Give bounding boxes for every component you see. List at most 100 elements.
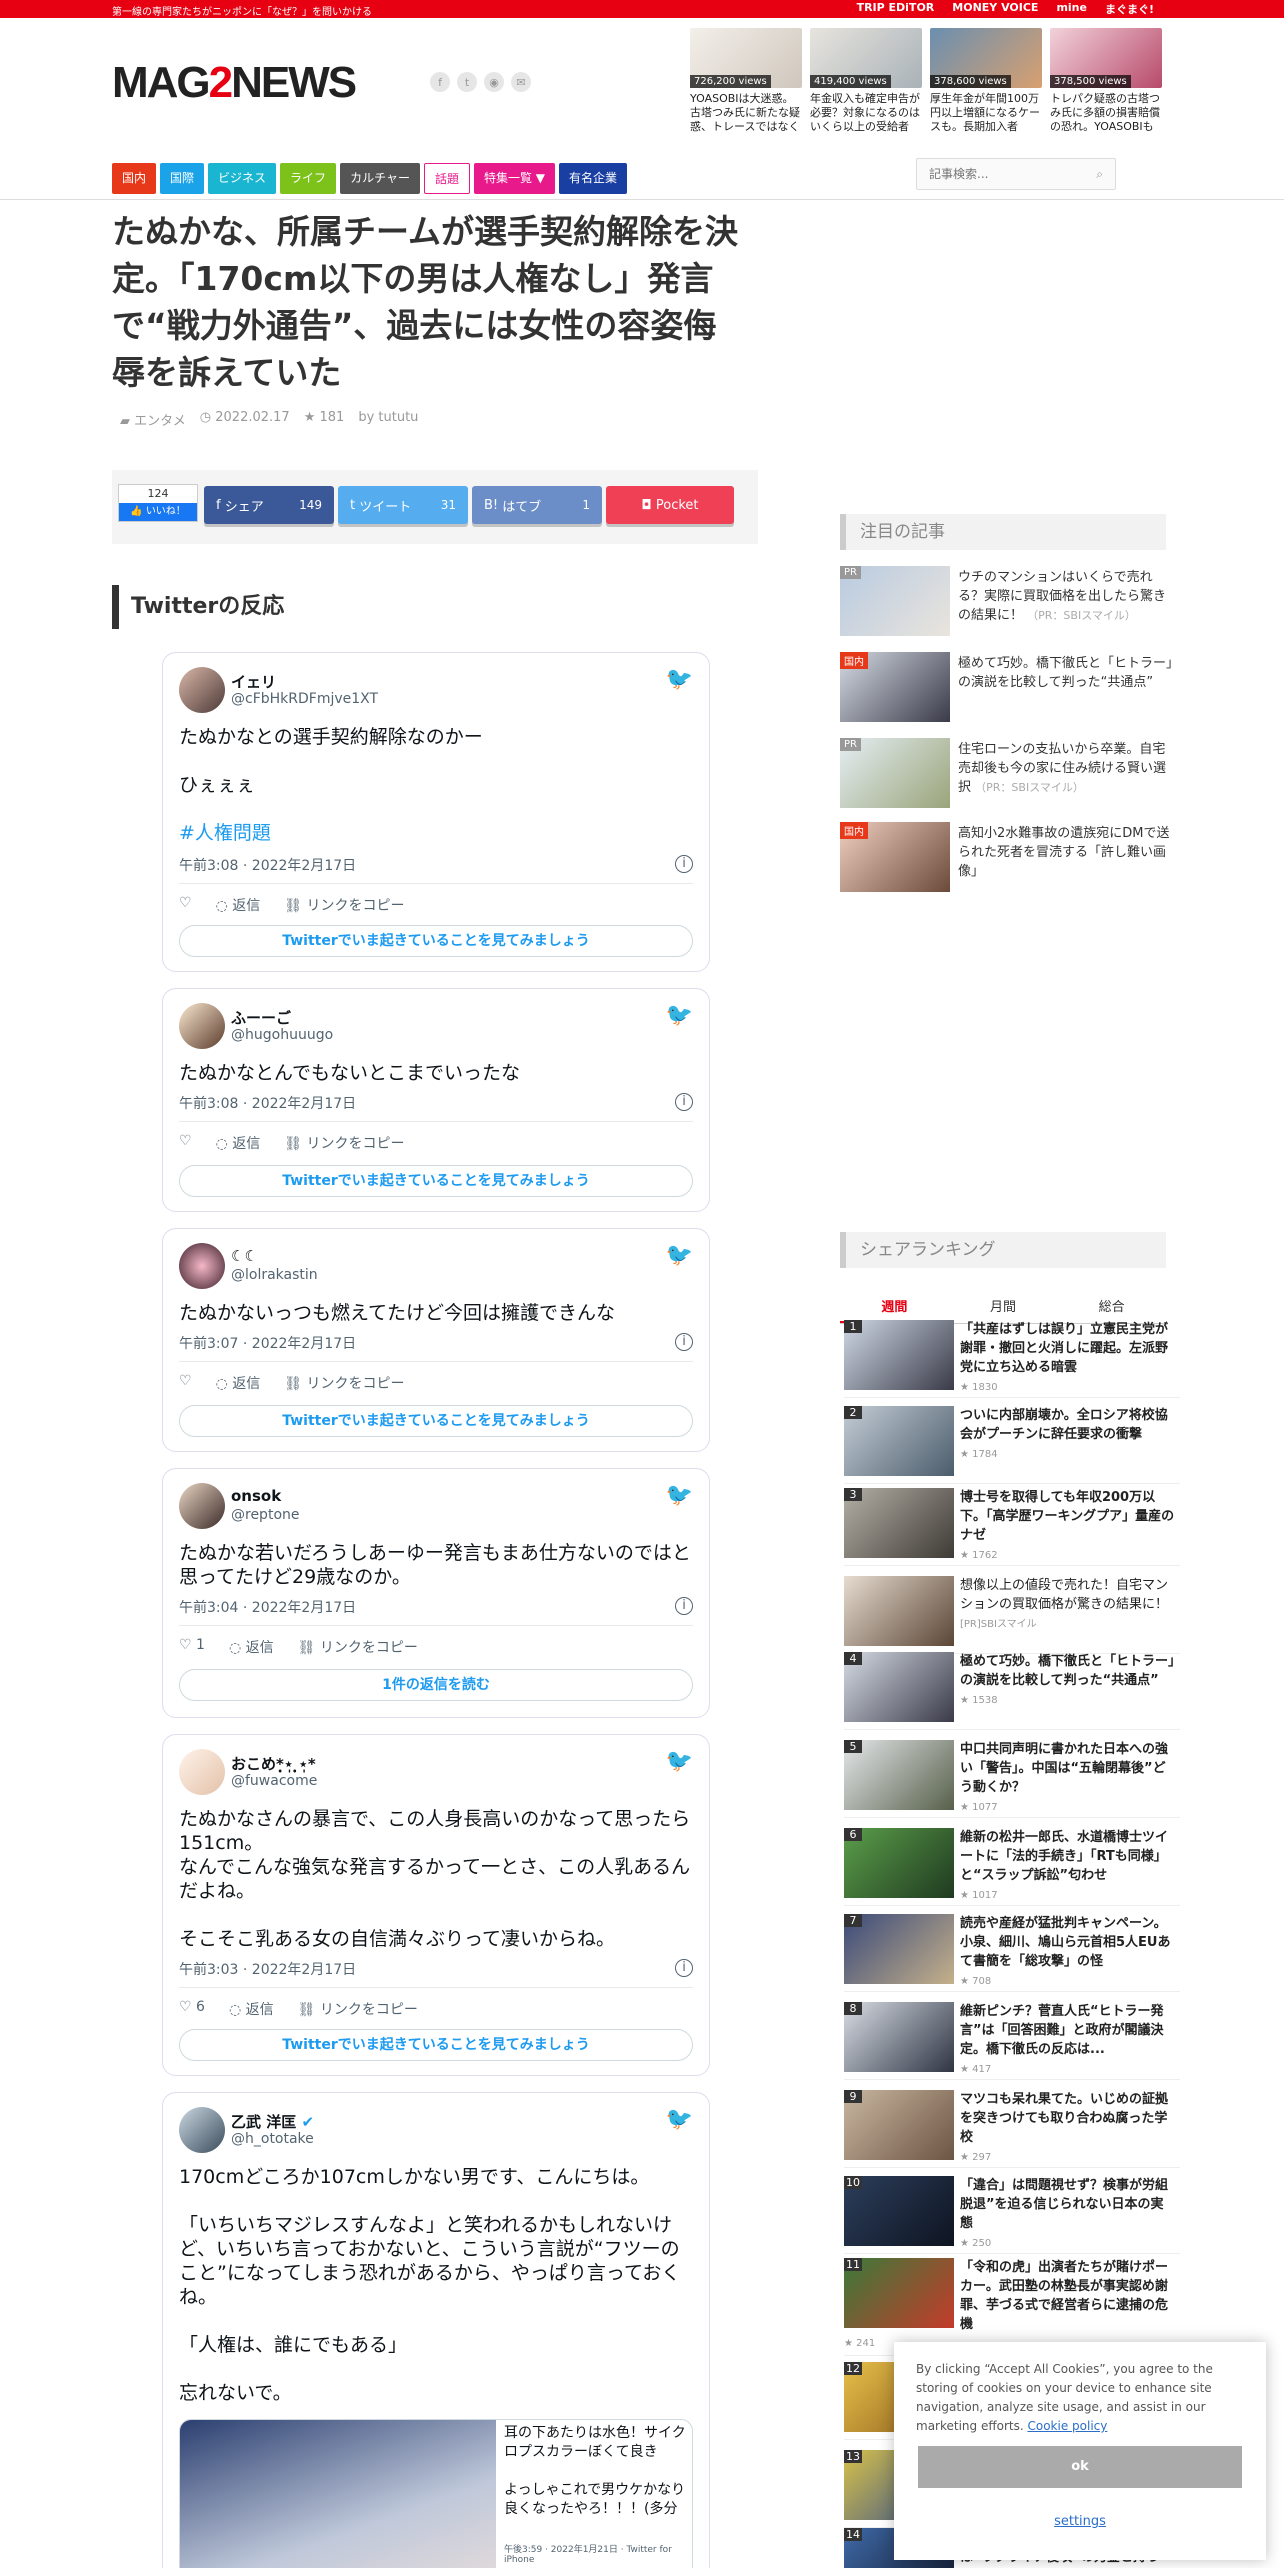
avatar[interactable] (179, 1243, 225, 1289)
ranking-item[interactable]: 10 「違合」は問題視せず？検事が労組脱退”を迫る信じられない日本の実態 ★ 250 (844, 2174, 1180, 2254)
avatar[interactable] (179, 1483, 225, 1529)
featured-article[interactable]: 国内 高知小2水難事故の遺族宛にDMで送られた死者を冒涜する「許し難い画像」 (840, 822, 1180, 896)
ranking-item[interactable]: 2 ついに内部崩壊か。全ロシア将校協会がプーチンに辞任要求の衝撃 ★ 1784 (844, 1404, 1180, 1484)
twitter-bird-icon[interactable]: 🐦 (666, 1483, 693, 1508)
tweet-handle[interactable]: @hugohuuugo (231, 1027, 333, 1043)
featured-article[interactable]: 国内 極めて巧妙。橋下徹氏と「ヒトラー」の演説を比較して判った“共通点” (840, 652, 1180, 726)
tweet-card[interactable]: ふーーご @hugohuuugo 🐦 たぬかなとんでもないとこまでいったな 午前… (162, 988, 710, 1212)
tweet-timestamp[interactable]: 午前3:04 · 2022年2月17日 (179, 1597, 356, 1617)
tweet-author-name[interactable]: ☾☾ (231, 1247, 258, 1265)
hot-article[interactable]: 378,600 views 厚生年金が年間100万円以上増額になるケースも。長期… (930, 28, 1042, 134)
nav-domestic[interactable]: 国内 (112, 163, 157, 194)
tweet-handle[interactable]: @cFbHkRDFmjve1XT (231, 691, 378, 707)
site-logo[interactable]: MAG2NEWS (112, 58, 357, 108)
reply-button[interactable]: ◌ 返信 (229, 1999, 274, 2019)
quoted-tweet-card[interactable]: 耳の下あたりは水色！サイクロプスカラーぼくて良き よっしゃこれで男ウケかなり良く… (179, 2419, 693, 2568)
avatar[interactable] (179, 667, 225, 713)
nav-features[interactable]: 特集一覧 ▼ (473, 163, 556, 194)
facebook-like-button[interactable]: 124 👍 いいね！ (118, 484, 198, 522)
nav-international[interactable]: 国際 (160, 163, 205, 194)
tweet-card[interactable]: ☾☾ @lolrakastin 🐦 たぬかないっつも燃えてたけど今回は擁護できん… (162, 1228, 710, 1452)
pocket-button[interactable]: ◘ Pocket (606, 486, 734, 524)
ranking-item[interactable]: 1 「共産はずしは誤り」立憲民主党が謝罪・撤回と火消しに躍起。左派野党に立ち込める… (844, 1318, 1180, 1398)
reply-button[interactable]: ◌ 返信 (229, 1637, 274, 1657)
nav-culture[interactable]: カルチャー (340, 163, 420, 194)
featured-article[interactable]: PR 住宅ローンの支払いから卒業。自宅売却後も今の家に住み続ける賢い選択 （PR… (840, 738, 1180, 812)
avatar[interactable] (179, 1749, 225, 1795)
read-more-button[interactable]: Twitterでいま起きていることを見てみましょう (179, 1165, 693, 1197)
twitter-bird-icon[interactable]: 🐦 (666, 2107, 693, 2132)
copy-link-button[interactable]: ⛓ リンクをコピー (284, 1133, 404, 1153)
category-label[interactable]: ▰ エンタメ (120, 410, 186, 429)
tweet-handle[interactable]: @lolrakastin (231, 1267, 318, 1283)
tweet-author-name[interactable]: イェリ (231, 671, 276, 692)
reply-button[interactable]: ◌ 返信 (216, 1373, 261, 1393)
link-mine[interactable]: mine (1056, 1, 1087, 17)
tweet-card[interactable]: 乙武 洋匡 ✔ @h_ototake 🐦 170cmどころか107cmしかない男… (162, 2092, 710, 2568)
tweet-timestamp[interactable]: 午前3:07 · 2022年2月17日 (179, 1333, 356, 1353)
avatar[interactable] (179, 2107, 225, 2153)
featured-article[interactable]: PR ウチのマンションはいくらで売れる？実際に買取価格を出したら驚きの結果に！ … (840, 566, 1180, 640)
info-icon[interactable]: i (675, 855, 693, 873)
search-input[interactable] (917, 159, 1077, 189)
read-more-button[interactable]: Twitterでいま起きていることを見てみましょう (179, 1405, 693, 1437)
hot-article[interactable]: 378,500 views トレパク疑惑の古塔つみ氏に多額の損害賠償の恐れ。YO… (1050, 28, 1162, 134)
ranking-item[interactable]: 5 中口共同声明に書かれた日本への強い「警告」。中国は“五輪閉幕後”どう動くか？ ★… (844, 1738, 1180, 1818)
twitter-bird-icon[interactable]: 🐦 (666, 1003, 693, 1028)
info-icon[interactable]: i (675, 1093, 693, 1111)
tweet-handle[interactable]: @reptone (231, 1507, 300, 1523)
ranking-item[interactable]: 4 極めて巧妙。橋下徹氏と「ヒトラー」の演説を比較して判った“共通点” ★ 1538 (844, 1650, 1180, 1730)
tweet-timestamp[interactable]: 午前3:08 · 2022年2月17日 (179, 1093, 356, 1113)
tweet-author-name[interactable]: 乙武 洋匡 ✔ (231, 2111, 314, 2132)
tweet-button[interactable]: t ツイート 31 (338, 486, 468, 524)
cookie-settings-link[interactable]: settings (894, 2514, 1266, 2529)
hot-article[interactable]: 419,400 views 年金収入も確定申告が必要？対象になるのはいくら以上の… (810, 28, 922, 134)
reply-button[interactable]: ◌ 返信 (216, 1133, 261, 1153)
copy-link-button[interactable]: ⛓ リンクをコピー (298, 1999, 418, 2019)
ranking-item[interactable]: 3 博士号を取得しても年収200万以下。「高学歴ワーキングプア」量産のナゼ ★ 17… (844, 1486, 1180, 1566)
link-trip-editor[interactable]: TRIP EDiTOR (857, 1, 935, 17)
cookie-ok-button[interactable]: ok (918, 2446, 1242, 2488)
ranking-item[interactable]: 9 マツコも呆れ果てた。いじめの証拠を突きつけても取り合わぬ腐った学校 ★ 297 (844, 2088, 1180, 2168)
facebook-icon[interactable]: f (430, 72, 450, 92)
twitter-icon[interactable]: t (457, 72, 477, 92)
mail-icon[interactable]: ✉ (511, 72, 531, 92)
hashtag-link[interactable]: #人権問題 (179, 821, 693, 845)
tweet-card[interactable]: onsok @reptone 🐦 たぬかな若いだろうしあーゆー発言もまあ仕方ない… (162, 1468, 710, 1718)
search-icon[interactable]: ⌕ (1096, 167, 1103, 182)
tweet-author-name[interactable]: ふーーご (231, 1007, 291, 1028)
nav-topics[interactable]: 話題 (423, 163, 470, 194)
like-button[interactable]: ♡ 6 (179, 1999, 205, 2019)
copy-link-button[interactable]: ⛓ リンクをコピー (284, 1373, 404, 1393)
tweet-timestamp[interactable]: 午前3:03 · 2022年2月17日 (179, 1959, 356, 1979)
ranking-item[interactable]: 8 維新ピンチ？菅直人氏“ヒトラー発言”は「回答困難」と政府が閣議決定。橋下徹氏の… (844, 2000, 1180, 2080)
nav-life[interactable]: ライフ (280, 163, 337, 194)
reply-button[interactable]: ◌ 返信 (216, 895, 261, 915)
link-mag2[interactable]: まぐまぐ! (1105, 1, 1154, 17)
hot-article[interactable]: 726,200 views YOASOBIは大迷惑。古塔つみ氏に新たな疑惑、トレ… (690, 28, 802, 134)
hatena-button[interactable]: B! はてブ 1 (472, 486, 602, 524)
tweet-author-name[interactable]: onsok (231, 1487, 281, 1505)
like-heart-icon[interactable]: ♡ (179, 895, 192, 915)
info-icon[interactable]: i (675, 1333, 693, 1351)
copy-link-button[interactable]: ⛓ リンクをコピー (298, 1637, 418, 1657)
info-icon[interactable]: i (675, 1597, 693, 1615)
link-money-voice[interactable]: MONEY VOICE (952, 1, 1038, 17)
nav-companies[interactable]: 有名企業 (559, 163, 628, 194)
like-heart-icon[interactable]: ♡ (179, 1133, 192, 1153)
tweet-handle[interactable]: @h_ototake (231, 2131, 314, 2147)
nav-business[interactable]: ビジネス (208, 163, 277, 194)
ranking-item[interactable]: 6 維新の松井一郎氏、水道橋博士ツイートに「法的手続き」「RTも同様」と“スラップ… (844, 1826, 1180, 1906)
ranking-item[interactable]: 11 「令和の虎」出演者たちが賭けポーカー。武田塾の林塾長が事実認め謝罪、芋づる式… (844, 2256, 1180, 2356)
like-heart-icon[interactable]: ♡ (179, 1373, 192, 1393)
twitter-bird-icon[interactable]: 🐦 (666, 1749, 693, 1774)
tweet-handle[interactable]: @fuwacome (231, 1773, 317, 1789)
ranking-item[interactable]: 7 読売や産経が猛批判キャンペーン。小泉、細川、鳩山ら元首相5人EUあて書簡を「総… (844, 1912, 1180, 1992)
twitter-bird-icon[interactable]: 🐦 (666, 667, 693, 692)
author-label[interactable]: by tututu (358, 410, 418, 429)
read-more-button[interactable]: Twitterでいま起きていることを見てみましょう (179, 925, 693, 957)
cookie-policy-link[interactable]: Cookie policy (1027, 2419, 1107, 2433)
info-icon[interactable]: i (675, 1959, 693, 1977)
rss-icon[interactable]: ◉ (484, 72, 504, 92)
tweet-timestamp[interactable]: 午前3:08 · 2022年2月17日 (179, 855, 356, 875)
